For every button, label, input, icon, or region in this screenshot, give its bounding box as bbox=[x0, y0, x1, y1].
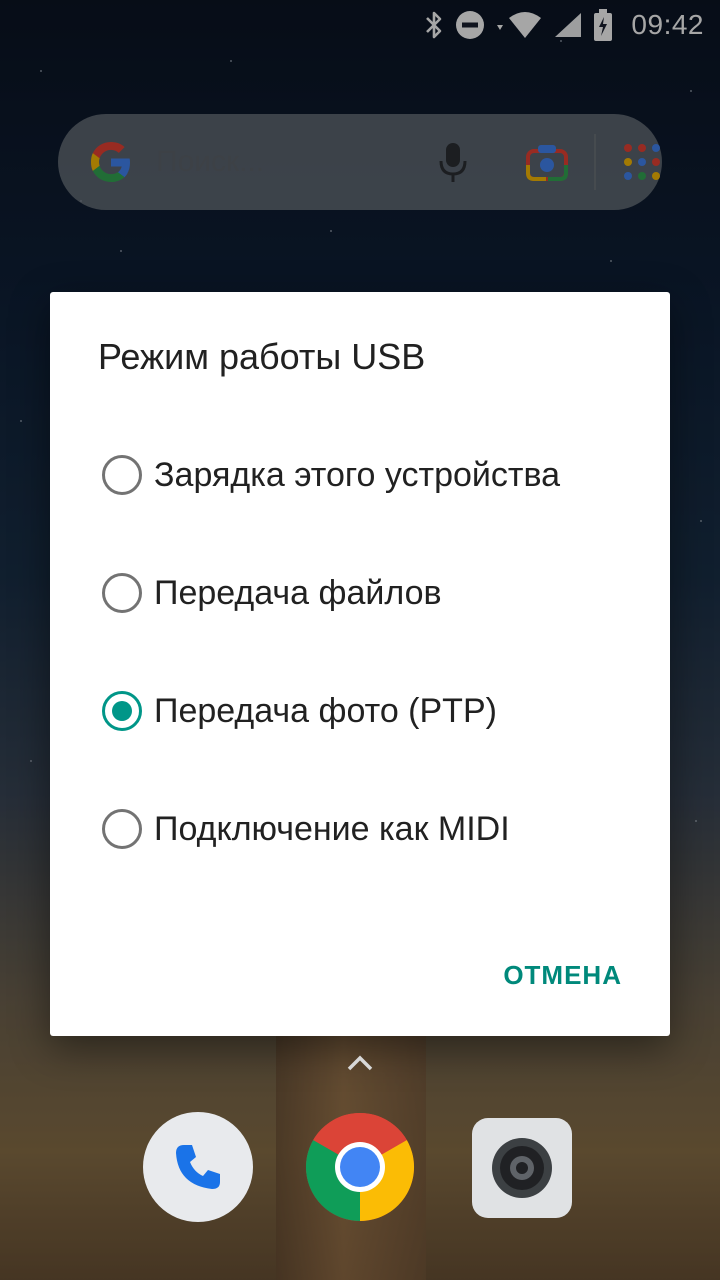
option-label: Передача фото (PTP) bbox=[154, 691, 497, 730]
radio-button[interactable] bbox=[102, 809, 142, 849]
option-label: Подключение как MIDI bbox=[154, 809, 510, 848]
option-charging[interactable]: Зарядка этого устройства bbox=[102, 440, 642, 510]
dialog-title: Режим работы USB bbox=[98, 336, 426, 377]
cancel-button[interactable]: ОТМЕНА bbox=[503, 960, 622, 991]
camera-app-icon[interactable] bbox=[472, 1118, 572, 1218]
chevron-up-icon[interactable] bbox=[346, 1054, 374, 1077]
chrome-app-icon[interactable] bbox=[305, 1112, 415, 1222]
radio-button[interactable] bbox=[102, 455, 142, 495]
usb-mode-dialog: Режим работы USB Зарядка этого устройств… bbox=[50, 292, 670, 1036]
option-label: Передача файлов bbox=[154, 573, 442, 612]
option-midi[interactable]: Подключение как MIDI bbox=[102, 794, 642, 864]
radio-button-selected[interactable] bbox=[102, 691, 142, 731]
radio-dot bbox=[112, 701, 132, 721]
option-photo-transfer[interactable]: Передача фото (PTP) bbox=[102, 676, 642, 746]
option-file-transfer[interactable]: Передача файлов bbox=[102, 558, 642, 628]
option-label: Зарядка этого устройства bbox=[154, 455, 561, 494]
radio-button[interactable] bbox=[102, 573, 142, 613]
phone-app-icon[interactable] bbox=[143, 1112, 253, 1222]
